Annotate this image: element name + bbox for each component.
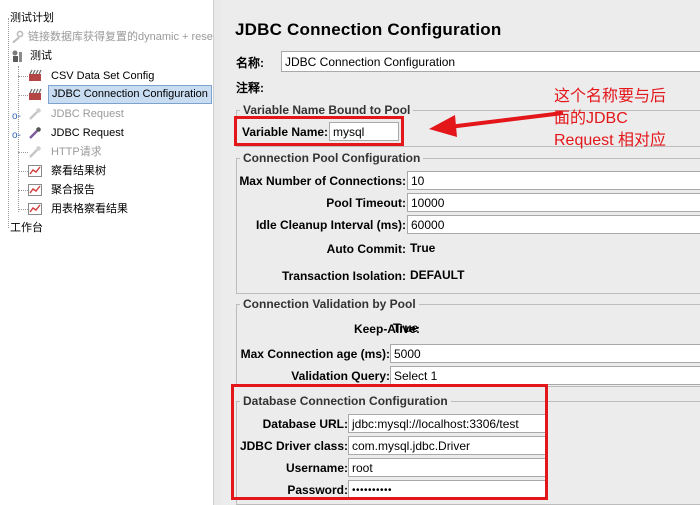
max-connections-field[interactable]: 10 bbox=[407, 171, 700, 190]
page-title: JDBC Connection Configuration bbox=[235, 20, 502, 39]
tree-node-label: 工作台 bbox=[10, 222, 43, 234]
sampler-pipette-icon bbox=[29, 146, 41, 158]
tree-node-label: CSV Data Set Config bbox=[51, 70, 155, 82]
tree-node-thread-group[interactable]: 测试 bbox=[2, 47, 202, 65]
validation-query-field[interactable]: Select 1 bbox=[390, 366, 700, 385]
annotation-line: Request 相对应 bbox=[554, 132, 667, 149]
connection-validation-group-title: Connection Validation by Pool bbox=[243, 297, 416, 311]
tree-node-label: 测试计划 bbox=[10, 12, 54, 24]
tree-node-label: 察看结果树 bbox=[51, 165, 106, 177]
tree-node-label: JDBC Request bbox=[51, 127, 124, 139]
max-connections-label: Max Number of Connections: bbox=[239, 174, 406, 188]
name-field[interactable]: JDBC Connection Configuration bbox=[281, 51, 700, 72]
tree-node-jdbc-config[interactable]: JDBC Connection Configuration bbox=[2, 85, 212, 104]
listener-chart-icon bbox=[28, 165, 42, 177]
comment-label: 注释: bbox=[236, 81, 264, 95]
idle-cleanup-label: Idle Cleanup Interval (ms): bbox=[255, 218, 406, 232]
transaction-isolation-label: Transaction Isolation: bbox=[281, 269, 406, 283]
listener-chart-icon bbox=[28, 203, 42, 215]
config-element-icon bbox=[29, 69, 42, 81]
transaction-isolation-select[interactable]: DEFAULT bbox=[410, 264, 464, 286]
tree-node-label: JDBC Connection Configuration bbox=[48, 85, 212, 104]
tree-node-label: 聚合报告 bbox=[51, 184, 95, 196]
tree-node-test-plan[interactable]: 测试计划 bbox=[2, 9, 202, 27]
validation-query-label: Validation Query: bbox=[291, 369, 390, 383]
listener-chart-icon bbox=[28, 184, 42, 196]
thread-group-icon bbox=[12, 50, 22, 62]
idle-cleanup-field[interactable]: 60000 bbox=[407, 215, 700, 234]
tree-node-label: 链接数据库获得复置的dynamic + rese bbox=[28, 31, 213, 43]
annotation-line: 这个名称要与后 bbox=[554, 88, 667, 105]
sampler-pipette-icon bbox=[29, 127, 41, 139]
highlight-box bbox=[231, 384, 548, 500]
sampler-pipette-icon bbox=[29, 108, 41, 120]
tree-node-jdbc-request[interactable]: o- JDBC Request bbox=[2, 124, 202, 142]
test-plan-tree: 测试计划 链接数据库获得复置的dynamic + rese 测试 CSV Dat… bbox=[0, 0, 214, 505]
tree-node-db-link[interactable]: 链接数据库获得复置的dynamic + rese bbox=[2, 28, 213, 46]
tree-node-label: 用表格察看结果 bbox=[51, 203, 128, 215]
tree-node-label: 测试 bbox=[30, 50, 52, 62]
tree-node-aggregate-report[interactable]: 聚合报告 bbox=[2, 181, 202, 199]
auto-commit-select[interactable]: True bbox=[410, 237, 435, 259]
tree-node-view-results-table[interactable]: 用表格察看结果 bbox=[2, 200, 202, 218]
tree-node-csv-config[interactable]: CSV Data Set Config bbox=[2, 67, 202, 85]
connection-pool-group-title: Connection Pool Configuration bbox=[243, 151, 421, 165]
pool-timeout-label: Pool Timeout: bbox=[326, 196, 406, 210]
tree-node-workbench[interactable]: 工作台 bbox=[2, 219, 202, 237]
tree-node-http-request[interactable]: HTTP请求 bbox=[2, 143, 202, 161]
annotation-line: 面的JDBC bbox=[554, 110, 628, 127]
pool-timeout-field[interactable]: 10000 bbox=[407, 193, 700, 212]
config-panel: JDBC Connection Configuration 名称: JDBC C… bbox=[222, 0, 700, 505]
tree-node-jdbc-request-disabled[interactable]: o- JDBC Request bbox=[2, 105, 202, 123]
tree-node-label: HTTP请求 bbox=[51, 146, 102, 158]
name-label: 名称: bbox=[236, 56, 264, 70]
wrench-icon bbox=[12, 30, 24, 44]
tree-node-view-results-tree[interactable]: 察看结果树 bbox=[2, 162, 202, 180]
annotation-note: 这个名称要与后 面的JDBC Request 相对应 bbox=[554, 86, 700, 152]
annotation-arrow-icon bbox=[429, 111, 564, 137]
max-connection-age-label: Max Connection age (ms): bbox=[240, 347, 390, 361]
auto-commit-label: Auto Commit: bbox=[326, 242, 406, 256]
config-element-icon bbox=[29, 88, 42, 100]
keep-alive-select[interactable]: True bbox=[393, 317, 418, 339]
tree-node-label: JDBC Request bbox=[51, 108, 124, 120]
max-connection-age-field[interactable]: 5000 bbox=[390, 344, 700, 363]
highlight-box bbox=[234, 116, 404, 146]
variable-name-group-title: Variable Name Bound to Pool bbox=[243, 103, 411, 117]
